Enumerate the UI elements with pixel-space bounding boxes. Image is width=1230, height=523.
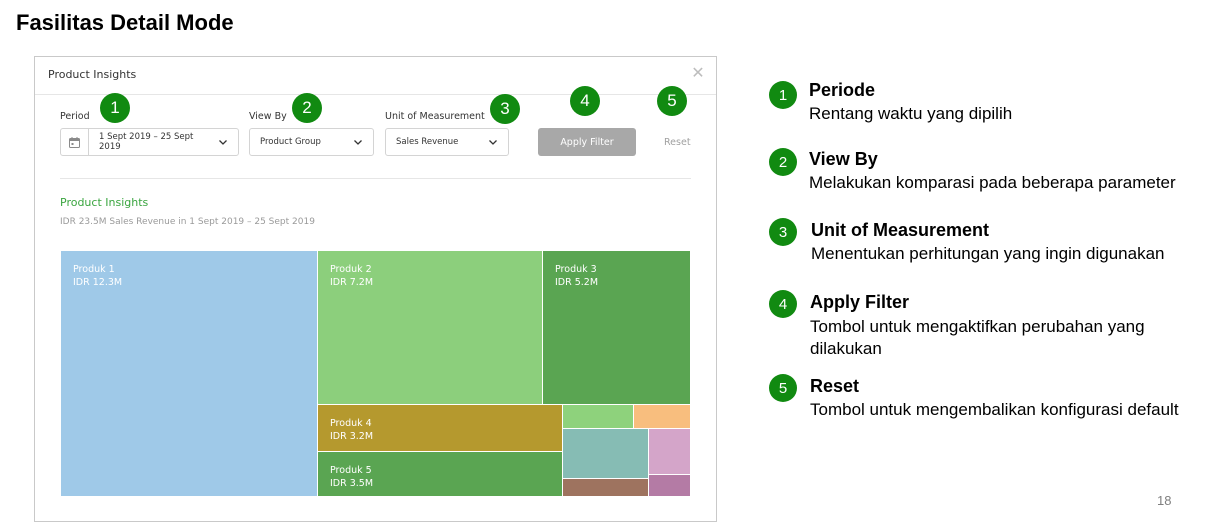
- legend-badge: 2: [769, 148, 797, 176]
- step-badge: 2: [292, 93, 322, 123]
- legend-desc: Menentukan perhitungan yang ingin diguna…: [811, 244, 1165, 263]
- tile-value: IDR 5.2M: [555, 277, 599, 288]
- step-badge: 5: [657, 86, 687, 116]
- product-insights-modal: Product Insights ✕ Period 1 Sept 2019 – …: [34, 56, 717, 522]
- chevron-down-icon: [486, 135, 500, 149]
- legend-title: View By: [809, 149, 878, 169]
- page-number: 18: [1157, 493, 1172, 508]
- slide-title: Fasilitas Detail Mode: [16, 10, 234, 35]
- treemap-tile-produk-2[interactable]: Produk 2 IDR 7.2M: [317, 250, 544, 406]
- reset-button[interactable]: Reset: [664, 137, 691, 148]
- treemap-tile-small-5[interactable]: [562, 478, 650, 497]
- tile-label: Produk 1: [73, 264, 115, 275]
- legend-badge: 3: [769, 218, 797, 246]
- step-badge: 3: [490, 94, 520, 124]
- tile-label: Produk 2: [330, 264, 372, 275]
- tile-value: IDR 3.2M: [330, 431, 374, 442]
- legend-badge: 4: [769, 290, 797, 318]
- treemap-tile-small-4[interactable]: [648, 428, 691, 476]
- modal-title: Product Insights: [48, 68, 137, 81]
- legend-title: Apply Filter: [810, 292, 910, 312]
- unit-value: Sales Revenue: [396, 137, 459, 147]
- modal-header-divider: [35, 94, 716, 95]
- chevron-down-icon: [216, 135, 230, 149]
- legend-title: Periode: [809, 80, 876, 100]
- treemap-tile-produk-3[interactable]: Produk 3 IDR 5.2M: [542, 250, 691, 406]
- view-by-select[interactable]: Product Group: [249, 128, 374, 156]
- treemap-tile-produk-5[interactable]: Produk 5 IDR 3.5M: [317, 451, 564, 497]
- period-label: Period: [60, 111, 90, 122]
- tile-label: Produk 5: [330, 465, 372, 476]
- treemap-chart: Produk 1 IDR 12.3M Produk 2 IDR 7.2M Produ…: [60, 250, 691, 497]
- tile-label: Produk 3: [555, 264, 597, 275]
- section-subtitle: IDR 23.5M Sales Revenue in 1 Sept 2019 –…: [60, 217, 315, 227]
- treemap-tile-small-6[interactable]: [648, 474, 691, 497]
- treemap-tile-produk-4[interactable]: Produk 4 IDR 3.2M: [317, 404, 564, 452]
- content-divider: [60, 178, 691, 179]
- view-by-label: View By: [249, 111, 287, 122]
- treemap-tile-produk-1[interactable]: Produk 1 IDR 12.3M: [60, 250, 318, 497]
- legend-title: Reset: [810, 376, 860, 396]
- close-icon[interactable]: ✕: [690, 65, 706, 81]
- legend-desc: Rentang waktu yang dipilih: [809, 104, 1013, 123]
- legend-desc: Tombol untuk mengaktifkan perubahan yang…: [810, 317, 1145, 358]
- period-select[interactable]: 1 Sept 2019 – 25 Sept 2019: [60, 128, 239, 156]
- step-badge: 4: [570, 86, 600, 116]
- tile-value: IDR 3.5M: [330, 478, 374, 489]
- tile-value: IDR 7.2M: [330, 277, 374, 288]
- section-title: Product Insights: [60, 196, 149, 209]
- legend-title: Unit of Measurement: [811, 220, 990, 240]
- legend-badge: 1: [769, 81, 797, 109]
- legend-desc: Melakukan komparasi pada beberapa parame…: [809, 173, 1176, 192]
- tile-value: IDR 12.3M: [73, 277, 123, 288]
- unit-select[interactable]: Sales Revenue: [385, 128, 509, 156]
- calendar-icon: [61, 129, 89, 155]
- view-by-value: Product Group: [260, 137, 321, 147]
- period-value: 1 Sept 2019 – 25 Sept 2019: [99, 132, 194, 152]
- legend-desc: Tombol untuk mengembalikan konfigurasi d…: [810, 400, 1179, 419]
- treemap-tile-small-2[interactable]: [633, 404, 691, 430]
- chevron-down-icon: [351, 135, 365, 149]
- legend-badge: 5: [769, 374, 797, 402]
- treemap-tile-small-1[interactable]: [562, 404, 635, 430]
- tile-label: Produk 4: [330, 418, 372, 429]
- step-badge: 1: [100, 93, 130, 123]
- treemap-tile-small-3[interactable]: [562, 428, 650, 480]
- unit-label: Unit of Measurement: [385, 111, 485, 122]
- apply-filter-button[interactable]: Apply Filter: [538, 128, 636, 156]
